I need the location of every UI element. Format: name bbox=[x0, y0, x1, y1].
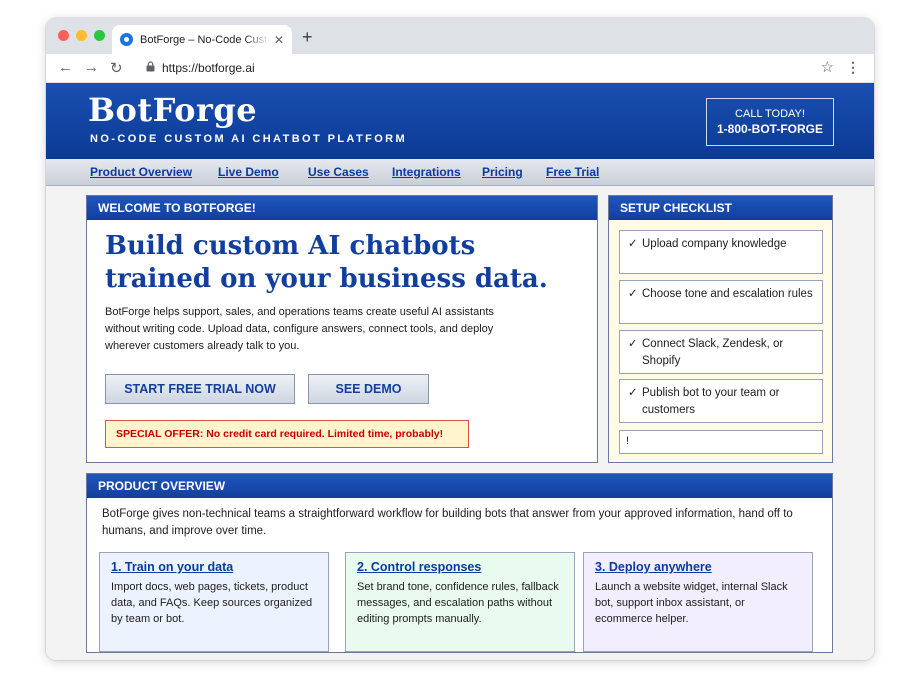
nav-integrations[interactable]: Integrations bbox=[392, 165, 461, 179]
call-number: 1-800-BOT-FORGE bbox=[716, 122, 824, 136]
special-offer-banner: SPECIAL OFFER: No credit card required. … bbox=[105, 420, 469, 448]
overview-heading: PRODUCT OVERVIEW bbox=[87, 474, 832, 498]
checklist-item-label: Connect Slack, Zendesk, or Shopify bbox=[642, 338, 784, 367]
checklist-item[interactable]: ✓ Connect Slack, Zendesk, or Shopify bbox=[619, 330, 823, 374]
close-window-button[interactable] bbox=[58, 30, 69, 41]
feature-card-title[interactable]: 3. Deploy anywhere bbox=[595, 560, 801, 574]
maximize-window-button[interactable] bbox=[94, 30, 105, 41]
checkmark-icon: ✓ bbox=[628, 238, 638, 250]
checklist-item[interactable]: ✓ Publish bot to your team or customers bbox=[619, 379, 823, 423]
brand-tagline: NO-CODE CUSTOM AI CHATBOT PLATFORM bbox=[90, 133, 408, 145]
brand-logo[interactable]: BotForge bbox=[88, 91, 257, 129]
hero-headline: Build custom AI chatbots trained on your… bbox=[105, 230, 585, 296]
feature-card-title[interactable]: 2. Control responses bbox=[357, 560, 563, 574]
call-label: CALL TODAY! bbox=[735, 108, 805, 120]
product-overview-panel: PRODUCT OVERVIEW BotForge gives non-tech… bbox=[86, 473, 833, 653]
nav-use-cases[interactable]: Use Cases bbox=[308, 165, 369, 179]
welcome-heading: WELCOME TO BOTFORGE! bbox=[87, 196, 597, 220]
checklist-input[interactable]: ! bbox=[619, 430, 823, 454]
call-box[interactable]: CALL TODAY! 1-800-BOT-FORGE bbox=[706, 98, 834, 146]
hero-headline-line-2: trained on your business data. bbox=[105, 264, 548, 294]
tab-close-icon[interactable]: ✕ bbox=[274, 33, 284, 47]
hero-lead-text: BotForge helps support, sales, and opera… bbox=[105, 306, 494, 352]
favicon-icon bbox=[120, 33, 133, 46]
overview-text: BotForge gives non-technical teams a str… bbox=[102, 508, 793, 537]
nav-product-overview[interactable]: Product Overview bbox=[90, 165, 192, 179]
setup-checklist-panel: SETUP CHECKLIST ✓ Upload company knowled… bbox=[608, 195, 833, 463]
see-demo-button[interactable]: SEE DEMO bbox=[308, 374, 429, 404]
checkmark-icon: ✓ bbox=[628, 338, 638, 350]
nav-pricing[interactable]: Pricing bbox=[482, 165, 523, 179]
feature-card-body: Set brand tone, confidence rules, fallba… bbox=[357, 581, 559, 625]
window-controls bbox=[58, 30, 105, 41]
feature-card-control: 2. Control responses Set brand tone, con… bbox=[345, 552, 575, 652]
welcome-panel: WELCOME TO BOTFORGE! Build custom AI cha… bbox=[86, 195, 598, 463]
lock-icon bbox=[146, 61, 155, 72]
browser-toolbar: ← → ↻ https://botforge.ai ☆ ⋮ bbox=[46, 54, 874, 83]
reload-icon[interactable]: ↻ bbox=[110, 59, 123, 77]
feature-card-deploy: 3. Deploy anywhere Launch a website widg… bbox=[583, 552, 813, 652]
tab-strip: BotForge – No-Code Custom AI Chatbot Pla… bbox=[46, 18, 874, 54]
feature-card-title[interactable]: 1. Train on your data bbox=[111, 560, 317, 574]
hero-headline-line-1: Build custom AI chatbots bbox=[105, 231, 476, 261]
feature-card-body: Launch a website widget, internal Slack … bbox=[595, 581, 788, 625]
checkmark-icon: ✓ bbox=[628, 387, 638, 399]
browser-window: BotForge – No-Code Custom AI Chatbot Pla… bbox=[46, 18, 874, 660]
back-arrow-icon[interactable]: ← bbox=[58, 59, 73, 76]
main-nav: Product Overview Live Demo Use Cases Int… bbox=[46, 159, 874, 186]
bookmark-star-icon[interactable]: ☆ bbox=[821, 58, 834, 76]
checklist-item[interactable]: ✓ Choose tone and escalation rules bbox=[619, 280, 823, 324]
page: BotForge NO-CODE CUSTOM AI CHATBOT PLATF… bbox=[46, 83, 874, 660]
address-bar[interactable]: https://botforge.ai bbox=[162, 61, 255, 75]
checklist-item[interactable]: ✓ Upload company knowledge bbox=[619, 230, 823, 274]
browser-tab[interactable]: BotForge – No-Code Custom AI Chatbot Pla… bbox=[112, 25, 292, 54]
checklist-item-label: Upload company knowledge bbox=[642, 238, 787, 250]
browser-menu-icon[interactable]: ⋮ bbox=[846, 59, 860, 76]
checklist-heading: SETUP CHECKLIST bbox=[609, 196, 832, 220]
nav-live-demo[interactable]: Live Demo bbox=[218, 165, 279, 179]
feature-card-train: 1. Train on your data Import docs, web p… bbox=[99, 552, 329, 652]
tab-title: BotForge – No-Code Custom AI Chatbot Pla… bbox=[140, 33, 270, 46]
start-free-trial-button[interactable]: START FREE TRIAL NOW bbox=[105, 374, 295, 404]
checklist-item-label: Choose tone and escalation rules bbox=[642, 288, 813, 300]
forward-arrow-icon[interactable]: → bbox=[84, 59, 99, 76]
minimize-window-button[interactable] bbox=[76, 30, 87, 41]
feature-card-body: Import docs, web pages, tickets, product… bbox=[111, 581, 313, 625]
checklist-item-label: Publish bot to your team or customers bbox=[642, 387, 780, 416]
new-tab-button[interactable]: + bbox=[302, 27, 313, 48]
checkmark-icon: ✓ bbox=[628, 288, 638, 300]
nav-free-trial[interactable]: Free Trial bbox=[546, 165, 599, 179]
site-header: BotForge NO-CODE CUSTOM AI CHATBOT PLATF… bbox=[46, 83, 874, 159]
